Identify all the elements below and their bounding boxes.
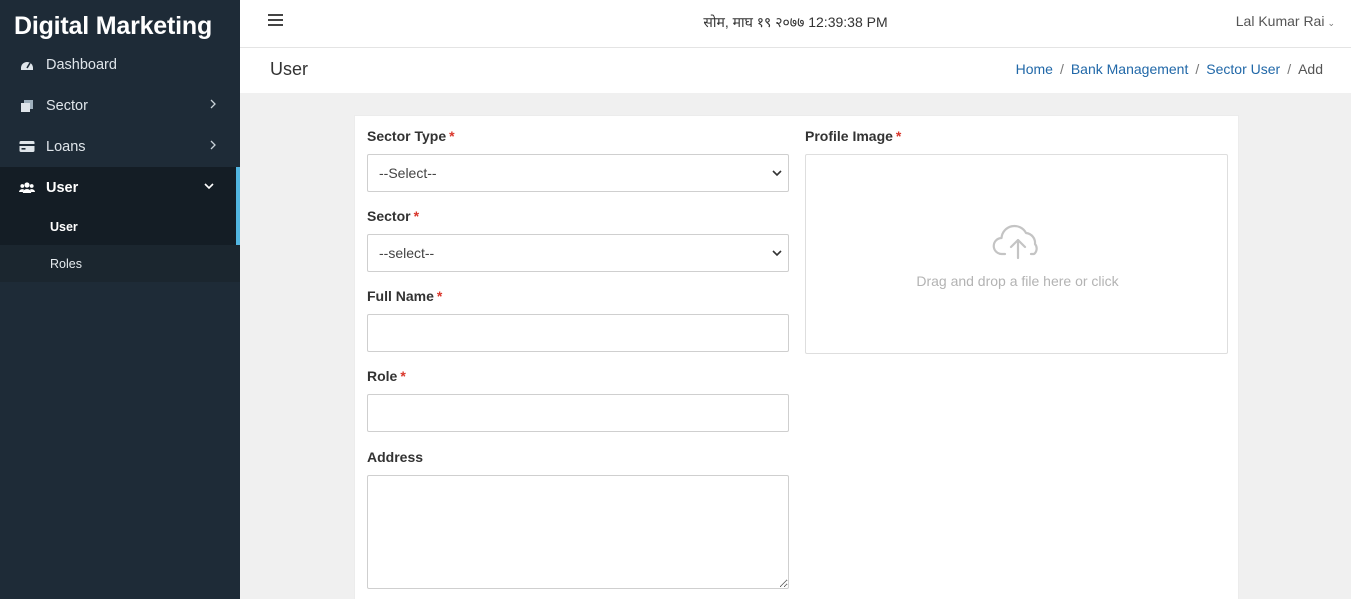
breadcrumb-sector-user[interactable]: Sector User [1206, 61, 1280, 77]
user-submenu: User Roles [0, 208, 240, 282]
breadcrumb-separator: / [1195, 61, 1200, 77]
user-menu[interactable]: Lal Kumar Rai ⌄ [1236, 13, 1335, 29]
full-name-input[interactable] [367, 314, 789, 352]
chevron-right-icon [210, 99, 216, 109]
address-label: Address [367, 449, 424, 465]
role-label: Role * [367, 368, 406, 384]
breadcrumb: Home / Bank Management / Sector User / A… [1016, 61, 1323, 77]
brand-title[interactable]: Digital Marketing [0, 0, 240, 50]
dropzone-text: Drag and drop a file here or click [916, 273, 1119, 289]
sidebar: Digital Marketing Dashboard Sector Loans… [0, 0, 240, 599]
user-form-card: Sector Type * --Select-- Sector * --select… [354, 115, 1239, 599]
chevron-right-icon [210, 140, 216, 150]
topbar: सोम, माघ १९ २०७७ 12:39:38 PM Lal Kumar R… [240, 0, 1351, 48]
full-name-label: Full Name * [367, 288, 443, 304]
dashboard-icon [19, 57, 35, 73]
breadcrumb-current: Add [1298, 61, 1323, 77]
sector-label: Sector * [367, 208, 420, 224]
chevron-down-icon [204, 183, 214, 190]
submenu-item-roles[interactable]: Roles [0, 245, 240, 282]
required-mark: * [413, 208, 420, 224]
sector-select-wrap: --select-- [367, 234, 789, 272]
page-header: User Home / Bank Management / Sector Use… [240, 48, 1351, 93]
sidebar-item-label: User [46, 179, 79, 196]
users-icon [19, 180, 35, 196]
role-input[interactable] [367, 394, 789, 432]
user-name: Lal Kumar Rai [1235, 13, 1325, 29]
sidebar-item-user[interactable]: User [0, 167, 240, 208]
sector-type-label: Sector Type * [367, 128, 455, 144]
profile-image-label: Profile Image * [805, 128, 902, 144]
sector-type-select-wrap: --Select-- [367, 154, 789, 192]
cloud-upload-icon [992, 224, 1038, 260]
breadcrumb-separator: / [1287, 61, 1292, 77]
sidebar-item-label: Sector [46, 97, 88, 114]
breadcrumb-bank-management[interactable]: Bank Management [1071, 61, 1189, 77]
page-title: User [270, 59, 309, 79]
sector-icon [19, 98, 35, 114]
breadcrumb-separator: / [1059, 61, 1064, 77]
required-mark: * [436, 288, 443, 304]
required-mark: * [449, 128, 455, 144]
caret-down-icon: ⌄ [1327, 18, 1335, 28]
sidebar-item-label: Loans [46, 138, 86, 155]
breadcrumb-home[interactable]: Home [1016, 61, 1053, 77]
required-mark: * [400, 368, 406, 384]
submenu-item-user[interactable]: User [0, 208, 240, 245]
datetime-display: सोम, माघ १९ २०७७ 12:39:38 PM [703, 14, 888, 30]
sector-type-select[interactable]: --Select-- [367, 154, 789, 192]
sector-select[interactable]: --select-- [367, 234, 789, 272]
profile-image-dropzone[interactable]: Drag and drop a file here or click [805, 154, 1228, 354]
required-mark: * [895, 128, 902, 144]
sidebar-item-loans[interactable]: Loans [0, 126, 240, 167]
sidebar-item-label: Dashboard [46, 57, 117, 73]
sidebar-item-dashboard[interactable]: Dashboard [0, 51, 240, 79]
address-textarea[interactable] [367, 475, 789, 589]
loans-icon [19, 139, 35, 155]
sidebar-item-sector[interactable]: Sector [0, 85, 240, 126]
